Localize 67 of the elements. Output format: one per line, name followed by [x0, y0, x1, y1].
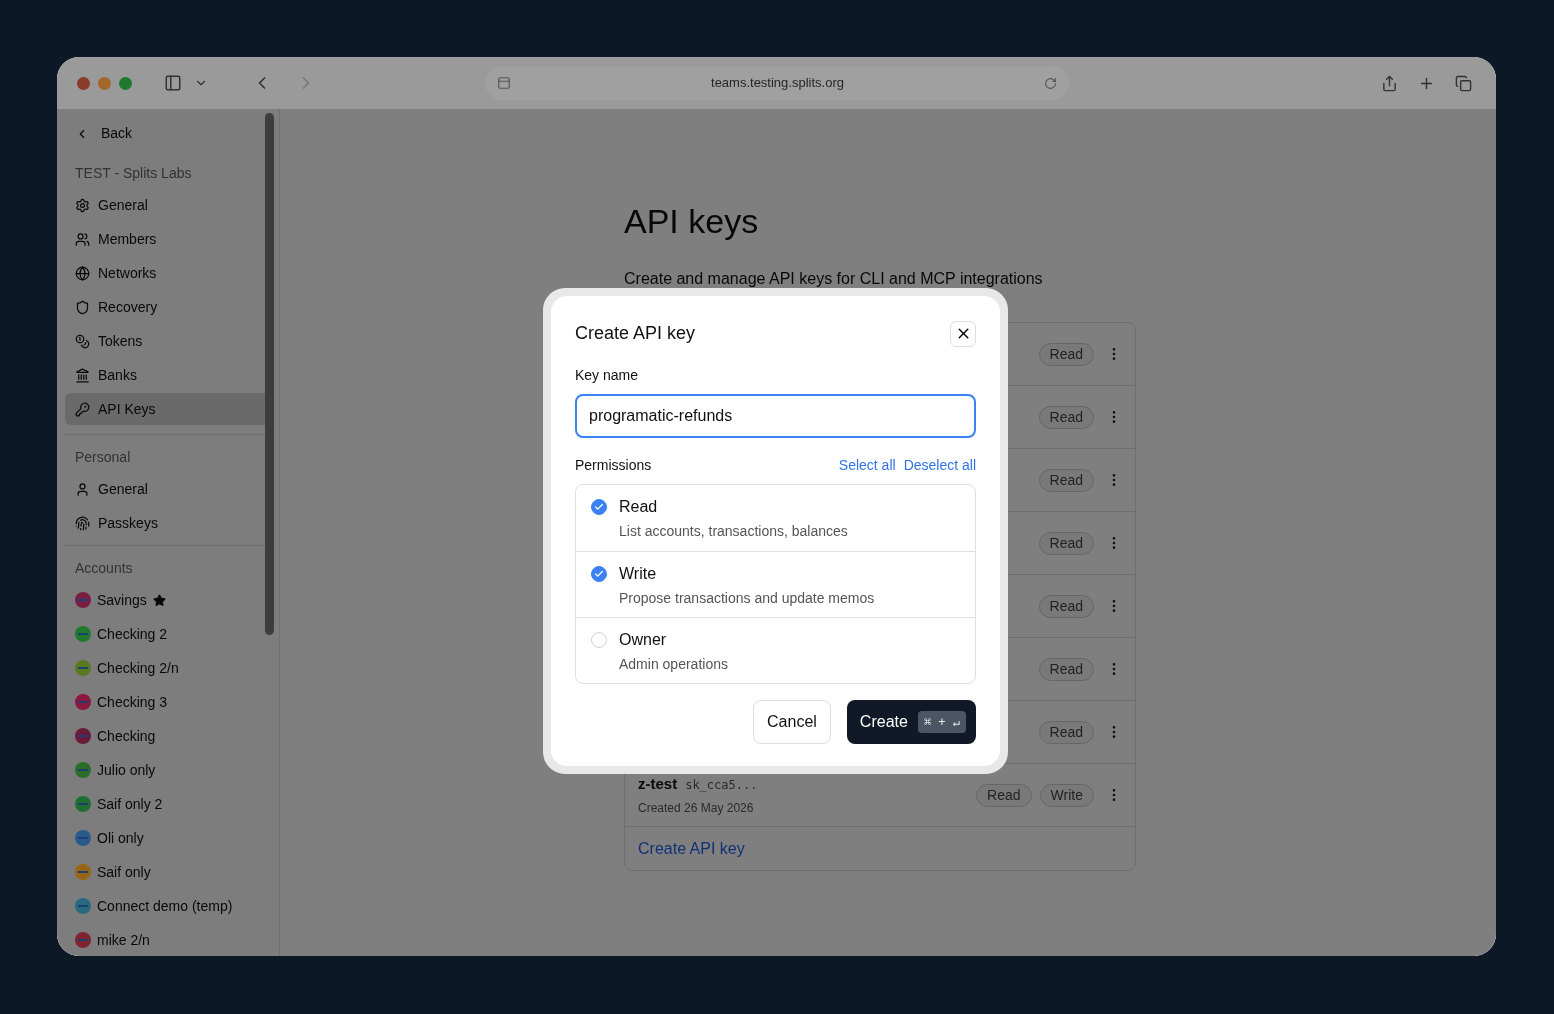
permission-badge: Read	[1038, 657, 1094, 681]
section-label: Personal	[74, 448, 132, 464]
key-name-field[interactable]: programatic-refunds	[575, 394, 976, 438]
tabs-icon[interactable]	[1455, 74, 1472, 92]
permission-title: Owner	[619, 630, 668, 650]
permission-badge: Read	[1038, 594, 1094, 618]
account-item[interactable]: Saif only	[65, 856, 271, 888]
bank-icon	[75, 367, 90, 383]
account-item[interactable]: Connect demo (temp)	[65, 890, 271, 922]
create-key-link[interactable]: Create API key	[638, 836, 745, 861]
address-bar[interactable]: teams.testing.splits.org	[485, 66, 1069, 100]
account-item[interactable]: Oli only	[65, 822, 271, 854]
permission-description: Propose transactions and update memos	[619, 589, 875, 608]
close-button[interactable]	[950, 320, 976, 347]
permission-title: Write	[619, 564, 658, 584]
permission-option[interactable]: Owner Admin operations	[576, 617, 975, 683]
permission-option[interactable]: Write Propose transactions and update memos	[576, 551, 975, 617]
shortcut-hint: ⌘ + ↵	[917, 711, 966, 733]
permissions-label: Permissions	[575, 456, 652, 475]
page-icon[interactable]	[497, 76, 511, 90]
deselect-all-link[interactable]: Deselect all	[903, 455, 976, 476]
permission-badge: Read	[1038, 405, 1094, 429]
gear-icon	[75, 197, 90, 213]
permission-option[interactable]: Read List accounts, transactions, balances	[576, 485, 975, 551]
permission-badge: Read	[1038, 468, 1094, 492]
created-date: Created 26 May 2026	[638, 800, 755, 818]
section-label: Accounts	[74, 559, 134, 575]
field-label: Key name	[575, 366, 640, 385]
section-label: TEST - Splits Labs	[74, 164, 193, 180]
permission-badge: Read	[1038, 342, 1094, 366]
people-icon	[75, 231, 90, 247]
page-subtitle: Create and manage API keys for CLI and MCP integrations	[624, 269, 1044, 289]
fingerprint-icon	[75, 515, 90, 531]
dialog-title: Create API key	[575, 322, 696, 345]
share-icon[interactable]	[1381, 74, 1398, 92]
coins-icon	[75, 333, 90, 349]
select-all-link[interactable]: Select all	[838, 455, 896, 476]
globe-icon	[75, 265, 90, 281]
permission-badge: Read	[976, 783, 1032, 807]
account-item[interactable]: Checking	[65, 720, 271, 752]
check-icon	[594, 502, 604, 512]
key-icon	[75, 401, 90, 417]
key-name: z-test	[638, 773, 678, 794]
cancel-button[interactable]: Cancel	[753, 700, 831, 744]
reload-icon[interactable]	[1044, 76, 1057, 90]
permission-badge: Write	[1039, 783, 1094, 807]
page-title: API keys	[624, 201, 760, 241]
account-item[interactable]: Checking 3	[65, 686, 271, 718]
checkbox[interactable]	[591, 566, 607, 582]
permission-badge: Read	[1038, 720, 1094, 744]
account-item[interactable]: Checking 2/n	[65, 652, 271, 684]
permission-badge: Read	[1038, 531, 1094, 555]
account-item[interactable]: mike 2/n	[65, 924, 271, 956]
create-button[interactable]: Create ⌘ + ↵	[846, 700, 976, 744]
shield-icon	[75, 299, 90, 315]
permission-title: Read	[619, 497, 659, 517]
person-icon	[75, 481, 90, 497]
url-text: teams.testing.splits.org	[710, 74, 845, 93]
account-item[interactable]: Julio only	[65, 754, 271, 786]
sidebar-toggle-icon[interactable]	[164, 74, 182, 92]
permission-description: Admin operations	[619, 655, 728, 674]
close-window-icon[interactable]	[77, 76, 90, 90]
account-item[interactable]: Saif only 2	[65, 788, 271, 820]
key-prefix: sk_cca5...	[685, 776, 758, 794]
checkbox[interactable]	[591, 499, 607, 515]
check-icon	[594, 569, 604, 579]
permission-description: List accounts, transactions, balances	[619, 522, 848, 541]
